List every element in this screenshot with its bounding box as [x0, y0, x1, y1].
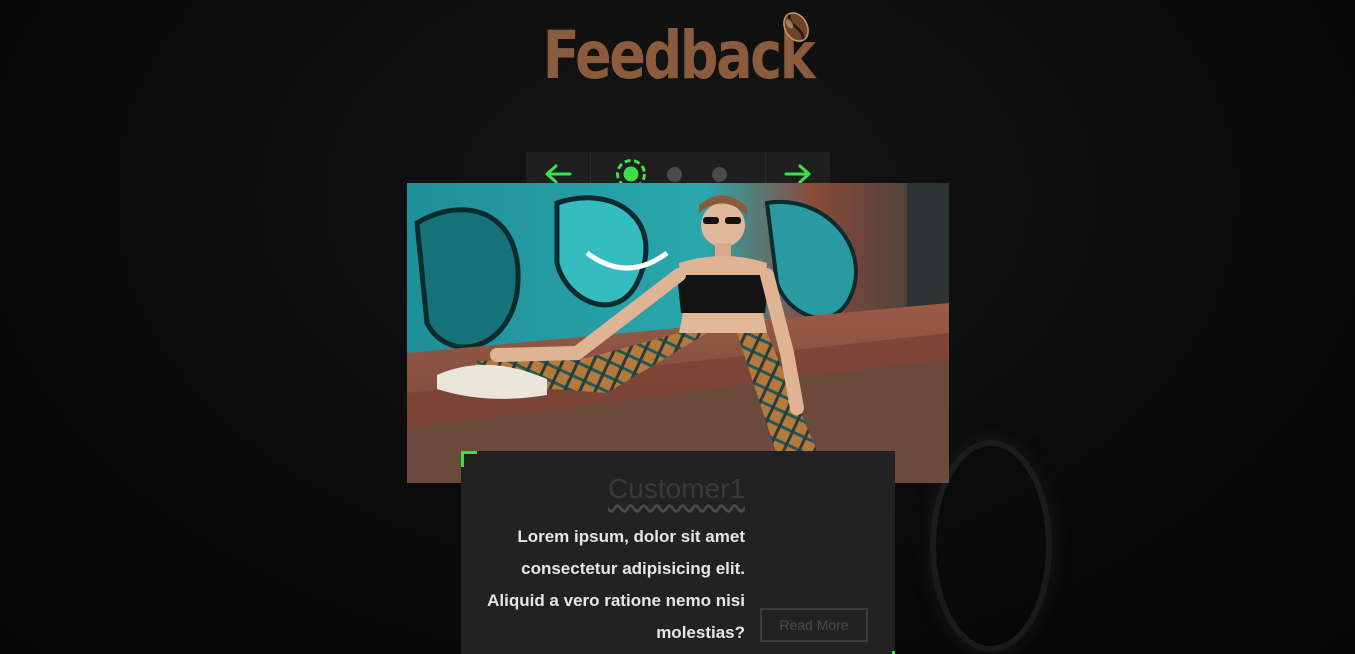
- arrow-right-icon: [784, 164, 811, 184]
- testimonial-text: Lorem ipsum, dolor sit amet consectetur …: [487, 527, 745, 642]
- customer-photo: [407, 183, 949, 483]
- card-corner-accent: [461, 451, 477, 467]
- slider-dot[interactable]: [712, 166, 727, 182]
- read-more-button[interactable]: Read More: [760, 608, 868, 642]
- testimonial-card: Customer1 Lorem ipsum, dolor sit amet co…: [461, 451, 895, 654]
- arrow-left-icon: [545, 164, 572, 184]
- customer-name: Customer1: [608, 473, 745, 504]
- page-title: Feedback: [542, 17, 815, 94]
- coffee-bean-icon: [783, 12, 809, 42]
- section-heading: Feedback: [0, 16, 1355, 96]
- slider-dot[interactable]: [667, 166, 682, 182]
- customer-photo-image: [407, 183, 949, 483]
